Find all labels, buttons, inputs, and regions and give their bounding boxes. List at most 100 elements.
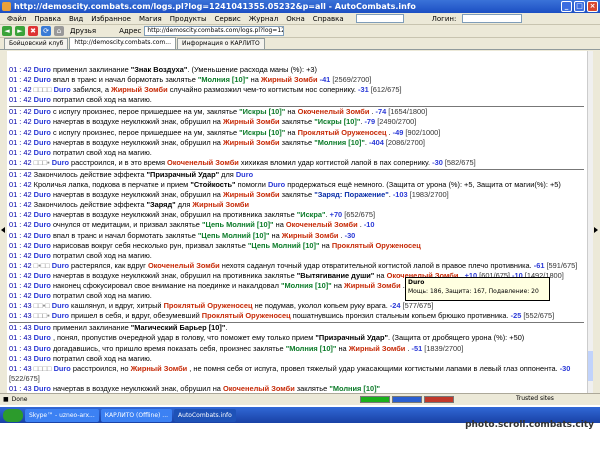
log-line: 01 : 42 □□□▪ Duro расстроился, и в это в… <box>9 158 584 168</box>
player-name[interactable]: Duro <box>34 271 53 280</box>
log-time: 01 : 43 <box>9 301 34 311</box>
task-karlito[interactable]: КАРЛИТО (Offline) ... <box>100 408 173 422</box>
log-text: заклятье <box>296 383 330 393</box>
arrow-right-icon[interactable] <box>594 227 598 233</box>
log-text: Кроличья лапка, подкова в перчатке и при… <box>33 180 191 190</box>
player-name[interactable]: Duro <box>34 117 53 126</box>
player-name[interactable]: Duro <box>34 190 53 199</box>
start-button[interactable] <box>3 408 23 422</box>
player-name[interactable]: Duro <box>34 384 53 393</box>
refresh-icon[interactable]: ⟳ <box>41 26 51 36</box>
close-button[interactable]: × <box>587 1 598 12</box>
player-name[interactable]: Duro <box>268 180 287 189</box>
enemy-name[interactable]: Жирный Зомби <box>349 344 408 353</box>
player-name[interactable]: Duro <box>34 210 53 219</box>
player-name[interactable]: Duro <box>34 291 53 300</box>
effect-name: "Магический Барьер [10]" <box>130 323 226 333</box>
player-name[interactable]: Duro <box>34 241 53 250</box>
player-name[interactable]: Duro <box>52 301 71 310</box>
log-time: 01 : 42 <box>9 180 34 190</box>
enemy-name[interactable]: Жирный Зомби <box>111 85 170 94</box>
tab-logs[interactable]: http://demoscity.combats.com... <box>69 37 176 49</box>
menu-file[interactable]: Файл <box>3 15 30 23</box>
menu-magic[interactable]: Магия <box>135 15 166 23</box>
player-name[interactable]: Duro <box>34 138 53 147</box>
enemy-name[interactable]: Жирный Зомби <box>223 138 282 147</box>
enemy-name[interactable]: Жирный Зомби <box>223 190 282 199</box>
status-bar-green <box>360 396 390 403</box>
log-text: Закончилось действие эффекта <box>33 169 147 179</box>
enemy-name[interactable]: Проклятый Оруженосец <box>202 311 293 320</box>
enemy-name[interactable]: Окоченелый Зомби <box>286 220 360 229</box>
forward-icon[interactable]: ► <box>15 26 25 36</box>
log-line: 01 : 42 Duro применил заклинание "Знак В… <box>9 65 584 75</box>
enemy-name[interactable]: Жирный Зомби <box>282 231 341 240</box>
enemy-name[interactable]: Окоченелый Зомби <box>167 158 241 167</box>
player-name[interactable]: Duro <box>34 107 53 116</box>
sidebar-right[interactable] <box>593 51 600 393</box>
menu-help[interactable]: Справка <box>309 15 348 23</box>
player-name[interactable]: Duro <box>34 95 53 104</box>
player-name[interactable]: Duro <box>34 333 53 342</box>
hit-zone-icons: □□□□ <box>33 363 54 373</box>
task-skype[interactable]: Skype™ - uzneo-arx... <box>25 408 99 422</box>
home-icon[interactable]: ⌂ <box>54 26 64 36</box>
player-name[interactable]: Duro <box>34 75 53 84</box>
log-text: на <box>336 343 349 353</box>
log-text: случайно размозжил чем-то когтистым нос … <box>169 85 358 95</box>
player-name[interactable]: Duro <box>34 323 53 332</box>
enemy-name[interactable]: Окоченелый Зомби <box>148 261 222 270</box>
menu-edit[interactable]: Правка <box>30 15 65 23</box>
player-name[interactable]: Duro <box>54 364 73 373</box>
player-name[interactable]: Duro <box>34 344 53 353</box>
log-text: начертав в воздухе неуклюжий знак, обруш… <box>52 210 297 220</box>
maximize-button[interactable]: □ <box>574 1 585 12</box>
enemy-name[interactable]: Жирный Зомби <box>344 281 403 290</box>
arrow-left-icon[interactable] <box>1 227 5 233</box>
enemy-name[interactable]: Жирный Зомби <box>223 117 282 126</box>
menu-favorites[interactable]: Избранное <box>87 15 135 23</box>
player-name[interactable]: Duro <box>34 128 53 137</box>
player-name[interactable]: Duro <box>52 158 71 167</box>
player-name[interactable]: Duro <box>34 354 53 363</box>
player-name[interactable]: Duro <box>236 170 253 179</box>
friends-button[interactable]: Друзья <box>70 27 96 35</box>
log-text: на <box>273 220 286 230</box>
menu-view[interactable]: Вид <box>65 15 87 23</box>
enemy-name[interactable]: Окоченелый Зомби <box>223 384 297 393</box>
address-bar[interactable]: http://demoscity.combats.com/logs.pl?log… <box>144 26 285 36</box>
sidebar-left[interactable] <box>0 51 7 393</box>
log-text: впал в транс и начал бормотать заклятье <box>52 75 198 85</box>
back-icon[interactable]: ◄ <box>2 26 12 36</box>
player-name[interactable]: Duro <box>52 261 71 270</box>
hp-value: [577/675] <box>400 301 434 311</box>
player-name[interactable]: Duro <box>34 231 53 240</box>
enemy-name[interactable]: Жирный Зомби <box>131 364 190 373</box>
stop-icon[interactable]: ✖ <box>28 26 38 36</box>
login-input[interactable] <box>462 14 523 23</box>
tab-fight-club[interactable]: Бойцовский клуб <box>4 38 69 49</box>
minimize-button[interactable]: _ <box>561 1 572 12</box>
search-input[interactable] <box>355 14 404 23</box>
enemy-name[interactable]: Жирный Зомби <box>261 75 320 84</box>
menu-products[interactable]: Продукты <box>166 15 211 23</box>
player-name[interactable]: Duro <box>34 148 53 157</box>
player-name[interactable]: Duro <box>34 220 53 229</box>
player-name[interactable]: Duro <box>52 311 71 320</box>
log-text: . <box>225 323 228 333</box>
enemy-name[interactable]: Проклятый Оруженосец <box>298 128 389 137</box>
player-name[interactable]: Duro <box>54 85 73 94</box>
tab-karlito-info[interactable]: Информация о КАРЛИТО <box>177 38 265 49</box>
hp-value: [2569/2700] <box>330 75 372 85</box>
task-autocombats[interactable]: AutoCombats.info <box>174 408 236 422</box>
enemy-name[interactable]: Жирный Зомби <box>192 200 249 209</box>
enemy-name[interactable]: Проклятый Оруженосец <box>164 301 255 310</box>
player-name[interactable]: Duro <box>34 65 53 74</box>
menu-windows[interactable]: Окна <box>282 15 309 23</box>
player-name[interactable]: Duro <box>34 251 53 260</box>
menu-service[interactable]: Сервис <box>211 15 245 23</box>
player-name[interactable]: Duro <box>34 281 53 290</box>
enemy-name[interactable]: Проклятый Оруженосец <box>332 241 421 250</box>
enemy-name[interactable]: Окоченелый Зомби <box>298 107 372 116</box>
menu-journal[interactable]: Журнал <box>245 15 282 23</box>
